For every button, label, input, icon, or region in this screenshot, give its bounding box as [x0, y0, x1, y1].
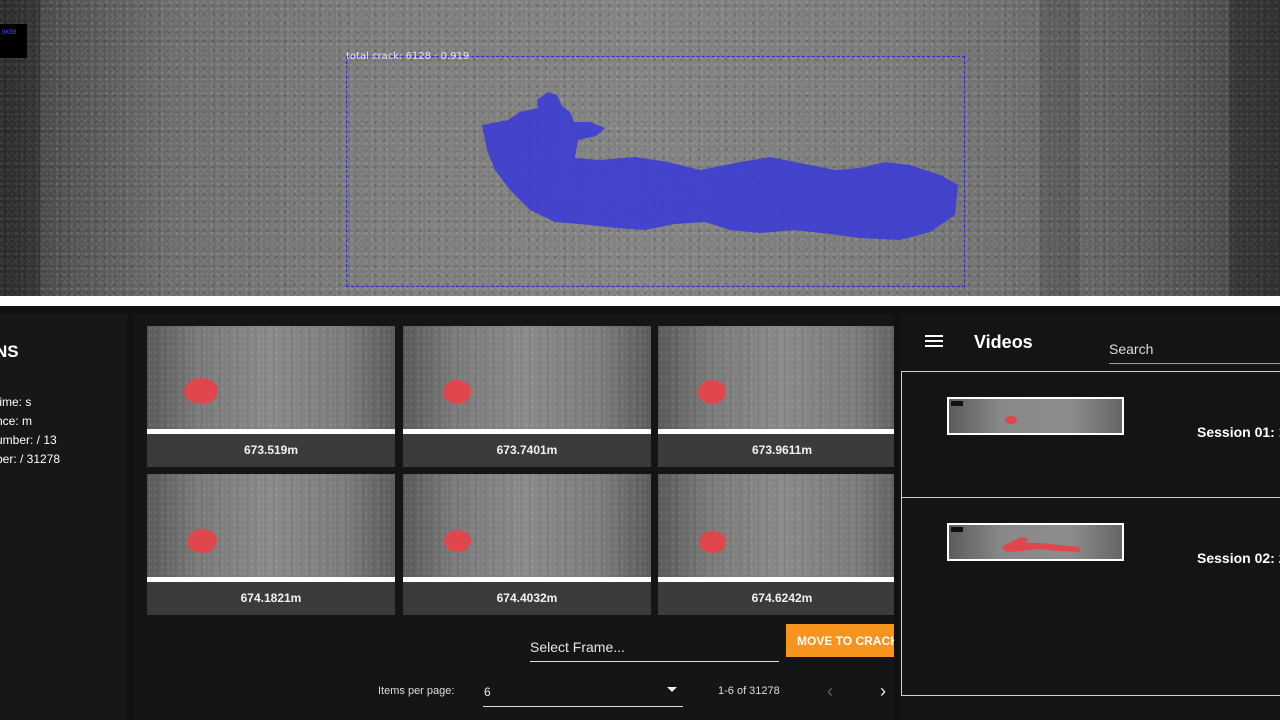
frame-card[interactable]: 674.6242m [658, 474, 894, 615]
detection-label: total crack: 6128 · 0.919 [346, 51, 470, 62]
frame-thumbnail [658, 326, 894, 429]
crack-marker [698, 380, 726, 404]
info-distance: nce: m [0, 414, 33, 428]
frame-thumbnail [403, 326, 651, 429]
crack-marker [443, 380, 471, 404]
thumbnail-badge [951, 527, 963, 532]
video-thumbnail [947, 523, 1124, 561]
pagination-range: 1-6 of 31278 [718, 685, 780, 697]
frame-caption: 674.6242m [751, 591, 813, 605]
viewer-divider [0, 296, 1280, 306]
frame-card[interactable]: 673.7401m [403, 326, 651, 467]
items-per-page-label: Items per page: [378, 685, 455, 697]
frame-thumbnail [403, 474, 651, 577]
frame-caption: 673.7401m [496, 443, 558, 457]
detection-bounding-box [346, 56, 965, 287]
video-list-item[interactable]: Session 02: 2 [902, 498, 1280, 624]
info-panel-title: NS [0, 342, 19, 361]
info-session-number: umber: / 13 [0, 433, 57, 447]
crack-marker [187, 529, 217, 553]
frame-thumbnail [147, 474, 395, 577]
frame-card[interactable]: 673.9611m [658, 326, 894, 467]
frame-thumbnail [147, 326, 395, 429]
frame-gallery: 673.519m 673.7401m 673.9611m 674.1821m 6… [134, 314, 894, 720]
crack-marker [444, 530, 471, 552]
frame-card[interactable]: 674.1821m [147, 474, 395, 615]
frame-caption: 674.4032m [496, 591, 558, 605]
video-thumbnail [947, 397, 1124, 435]
video-label: Session 01: 1 [1197, 424, 1280, 440]
crack-marker [699, 531, 726, 553]
info-frame-number: ber: / 31278 [0, 452, 61, 466]
chevron-right-icon[interactable]: › [873, 679, 893, 703]
frame-viewer: BKBB total crack: 6128 · 0.919 [0, 0, 1280, 296]
frame-card[interactable]: 673.519m [147, 326, 395, 467]
menu-icon[interactable] [925, 335, 943, 349]
frame-card[interactable]: 674.4032m [403, 474, 651, 615]
items-per-page-value: 6 [484, 685, 491, 699]
frame-thumbnail [658, 474, 894, 577]
move-to-crack-button[interactable]: MOVE TO CRACK [786, 624, 894, 657]
frame-caption: 673.9611m [751, 443, 813, 457]
crack-preview [1001, 537, 1081, 552]
thumbnail-badge [951, 401, 963, 406]
video-list: Session 01: 1 Session 02: 2 [901, 371, 1280, 696]
videos-title: Videos [974, 332, 1033, 352]
info-panel: NS time: s nce: m umber: / 13 ber: / 312… [0, 314, 127, 720]
videos-panel: Videos Session 01: 1 Session 02: 2 [900, 314, 1280, 720]
select-frame-input[interactable] [530, 632, 779, 662]
items-per-page-select[interactable]: 6 [483, 678, 683, 707]
crack-preview [1005, 416, 1017, 424]
frame-caption: 673.519m [243, 443, 299, 457]
video-list-item[interactable]: Session 01: 1 [902, 372, 1280, 498]
video-search-input[interactable] [1109, 334, 1280, 364]
frame-caption: 674.1821m [240, 591, 302, 605]
video-label: Session 02: 2 [1197, 550, 1280, 566]
chevron-left-icon[interactable]: ‹ [820, 679, 840, 703]
crack-marker [184, 378, 218, 404]
caret-down-icon [667, 687, 677, 692]
info-time: time: s [0, 395, 32, 409]
